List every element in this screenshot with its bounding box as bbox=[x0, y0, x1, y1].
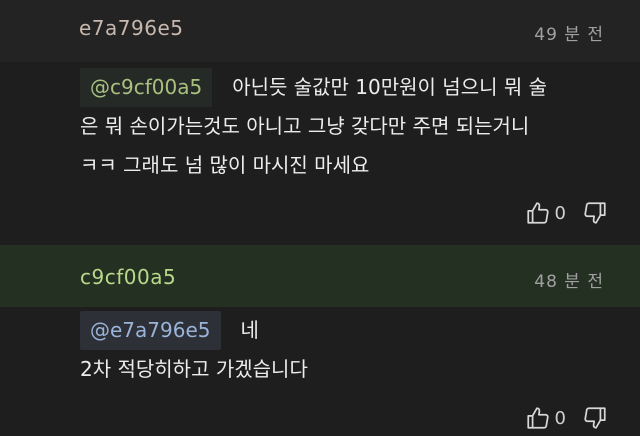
comment-2: c9cf00a5 48 분 전 @e7a796e5 네 2차 적당히하고 가겠습니… bbox=[0, 245, 640, 436]
comment-text-line: ㅋㅋ 그래도 넘 많이 마시진 마세요 bbox=[80, 153, 370, 177]
like-count: 0 bbox=[554, 407, 566, 429]
comment-text-line: 네 bbox=[240, 318, 259, 342]
mention-link[interactable]: @c9cf00a5 bbox=[80, 68, 213, 107]
thumbs-up-icon[interactable] bbox=[525, 405, 551, 431]
comment-text-line: 2차 적당히하고 가겠습니다 bbox=[80, 357, 308, 381]
mention-link[interactable]: @e7a796e5 bbox=[80, 311, 221, 350]
thumbs-down-icon[interactable] bbox=[582, 405, 608, 431]
comment-actions: 0 bbox=[525, 405, 608, 431]
like-count: 0 bbox=[554, 202, 566, 224]
comment-body: @e7a796e5 네 2차 적당히하고 가겠습니다 bbox=[80, 311, 620, 389]
comment-author[interactable]: e7a796e5 bbox=[79, 16, 184, 40]
thumbs-up-icon[interactable] bbox=[525, 200, 551, 226]
comment-header: c9cf00a5 48 분 전 bbox=[0, 245, 640, 307]
comment-timestamp: 49 분 전 bbox=[534, 25, 604, 45]
comment-header: e7a796e5 49 분 전 bbox=[0, 0, 640, 62]
thumbs-down-icon[interactable] bbox=[582, 200, 608, 226]
comment-1: e7a796e5 49 분 전 @c9cf00a5 아닌듯 술값만 10만원이 넘… bbox=[0, 0, 640, 245]
comment-body: @c9cf00a5 아닌듯 술값만 10만원이 넘으니 뭐 술 은 뭐 손이가는것… bbox=[80, 68, 620, 185]
comment-timestamp: 48 분 전 bbox=[534, 272, 604, 292]
comment-text-line: 아닌듯 술값만 10만원이 넘으니 뭐 술 bbox=[232, 75, 548, 99]
comment-actions: 0 bbox=[525, 200, 608, 226]
comment-text-line: 은 뭐 손이가는것도 아니고 그냥 갖다만 주면 되는거니 bbox=[80, 114, 530, 138]
comment-author[interactable]: c9cf00a5 bbox=[80, 265, 176, 289]
